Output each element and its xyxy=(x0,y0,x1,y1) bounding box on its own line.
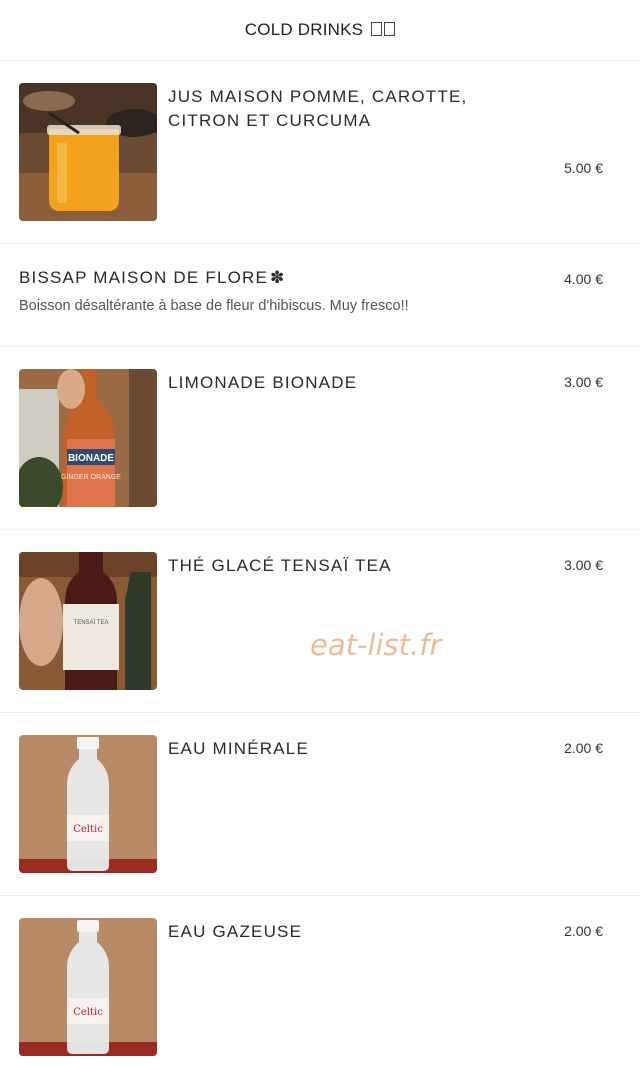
item-title: JUS MAISON POMME, CAROTTE, CITRON ET CUR… xyxy=(168,85,488,133)
item-price: 2.00 € xyxy=(564,923,603,939)
item-price: 5.00 € xyxy=(564,160,603,176)
item-title: EAU GAZEUSE xyxy=(168,922,303,941)
celtic-water-bottle-photo[interactable]: Celtic xyxy=(19,735,157,873)
flower-icon: ✽ xyxy=(270,268,286,287)
bottle-label-text: Celtic xyxy=(73,1007,103,1018)
item-price: 4.00 € xyxy=(564,271,603,287)
item-title: BISSAP MAISON DE FLORE ✽ xyxy=(19,268,286,288)
item-price: 3.00 € xyxy=(564,557,603,573)
bottle-label-text: Celtic xyxy=(73,824,103,835)
orange-juice-photo[interactable] xyxy=(19,83,157,221)
item-title: EAU MINÉRALE xyxy=(168,739,309,758)
item-description: Boisson désaltérante à base de fleur d'h… xyxy=(19,298,409,314)
item-title-line: CITRON ET CURCUMA xyxy=(168,111,372,130)
celtic-water-bottle-photo[interactable]: Celtic xyxy=(19,918,157,1056)
menu-item[interactable]: JUS MAISON POMME, CAROTTE, CITRON ET CUR… xyxy=(0,61,640,244)
item-title-line: JUS MAISON POMME, CAROTTE, xyxy=(168,87,468,106)
menu-item[interactable]: Celtic EAU GAZEUSE 2.00 € xyxy=(0,896,640,1077)
menu-item[interactable]: TENSAÏ TEA THÉ GLACÉ TENSAÏ TEA 3.00 € xyxy=(0,530,640,713)
bottle-label-text: BIONADE xyxy=(68,453,114,464)
item-title: LIMONADE BIONADE xyxy=(168,373,358,392)
bottle-label-text: TENSAÏ TEA xyxy=(74,619,109,626)
menu-item[interactable]: BIONADE GINGER ORANGE LIMONADE BIONADE 3… xyxy=(0,347,640,530)
menu-item[interactable]: BISSAP MAISON DE FLORE ✽ 4.00 € Boisson d… xyxy=(0,244,640,347)
emoji-placeholder-icon xyxy=(369,20,396,40)
watermark: eat-list.fr xyxy=(310,628,442,662)
item-title-text: BISSAP MAISON DE FLORE xyxy=(19,268,269,287)
item-price: 3.00 € xyxy=(564,374,603,390)
category-title: COLD DRINKS xyxy=(244,20,364,39)
bionade-bottle-photo[interactable]: BIONADE GINGER ORANGE xyxy=(19,369,157,507)
bottle-sublabel-text: GINGER ORANGE xyxy=(61,474,121,481)
item-title: THÉ GLACÉ TENSAÏ TEA xyxy=(168,556,392,575)
menu-item[interactable]: Celtic EAU MINÉRALE 2.00 € xyxy=(0,713,640,896)
category-header: COLD DRINKS xyxy=(0,0,640,61)
item-price: 2.00 € xyxy=(564,740,603,756)
tensai-tea-bottle-photo[interactable]: TENSAÏ TEA xyxy=(19,552,157,690)
